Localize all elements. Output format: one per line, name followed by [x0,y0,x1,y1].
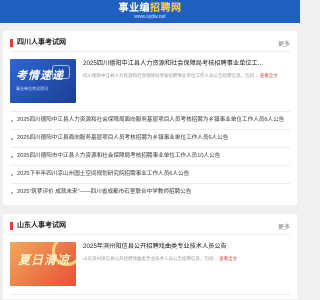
more-link[interactable]: 更多 [278,39,290,48]
section-shandong: 山东人事考试网 更多 夏日清凉 2025年滨州阳信县公开招聘戏曲类专业技术人员公… [3,214,297,299]
read-more-link[interactable]: 查看全文 [260,73,278,78]
thumbnail-caption: 夏日清凉 [18,253,71,267]
article-summary: 四川德阳中江县人力资源和社会保障局考核招聘事业单位工作人员公告招聘信息，包括… … [83,73,278,78]
list-item[interactable]: 2025“筑梦评价 成就未来”——四川省成都市石室联合中学教师招聘公告 [10,184,290,201]
thumbnail-caption: 考情速递 [16,70,64,82]
article-thumbnail[interactable]: 夏日清凉 [10,242,76,286]
article-title[interactable]: 2025年滨州阳信县公开招聘戏曲类专业技术人员公告 [83,242,290,251]
list-item[interactable]: 2025下半年四川凉山州国土空间规划研究院招聘事业工作人员6人公告 [10,166,290,184]
list-item[interactable]: 2025四川德阳市中江县人力资源和社会保障局考核招聘事业单位工作人员10人公告 [10,148,290,166]
thumbnail-subcaption: 事业单位考试资讯 [16,86,48,91]
featured-article[interactable]: 夏日清凉 2025年滨州阳信县公开招聘戏曲类专业技术人员公告 山东滨州阳信县公开… [10,235,290,295]
article-thumbnail[interactable]: 考情速递 事业单位考试资讯 [10,59,76,103]
list-item[interactable]: 2025四川德阳中江县面向服务基层项目人员考核招聘为乡镇事业单位工作人员6人公告 [10,130,290,148]
section-title: 山东人事考试网 [10,222,66,230]
list-item[interactable]: 2025四川德阳中江县人力资源和社会保障局面向服务基层项目人员考核招聘为乡镇事业… [10,112,290,130]
section-sichuan: 四川人事考试网 更多 考情速递 事业单位考试资讯 2025四川德阳中江县人力资源… [3,31,297,205]
read-more-link[interactable]: 查看全文 [219,256,237,261]
article-summary: 山东滨州阳信县公开招聘戏曲类专业技术人员公告招聘信息，包括… 查看全文 [83,256,238,261]
more-link[interactable]: 更多 [278,222,290,231]
section-header: 山东人事考试网 更多 [10,218,290,235]
site-url: www.sydw.net [134,14,166,20]
section-title: 四川人事考试网 [10,39,66,47]
featured-article[interactable]: 考情速递 事业单位考试资讯 2025四川德阳中江县人力资源和社会保障局考核招聘事… [10,52,290,112]
site-header: 事业编招聘网 www.sydw.net [0,0,300,23]
article-list: 2025四川德阳中江县人力资源和社会保障局面向服务基层项目人员考核招聘为乡镇事业… [10,112,290,201]
section-header: 四川人事考试网 更多 [10,35,290,52]
site-logo[interactable]: 事业编招聘网 [119,3,182,14]
article-title[interactable]: 2025四川德阳中江县人力资源和社会保障局考核招聘事业单位工… [83,59,290,68]
